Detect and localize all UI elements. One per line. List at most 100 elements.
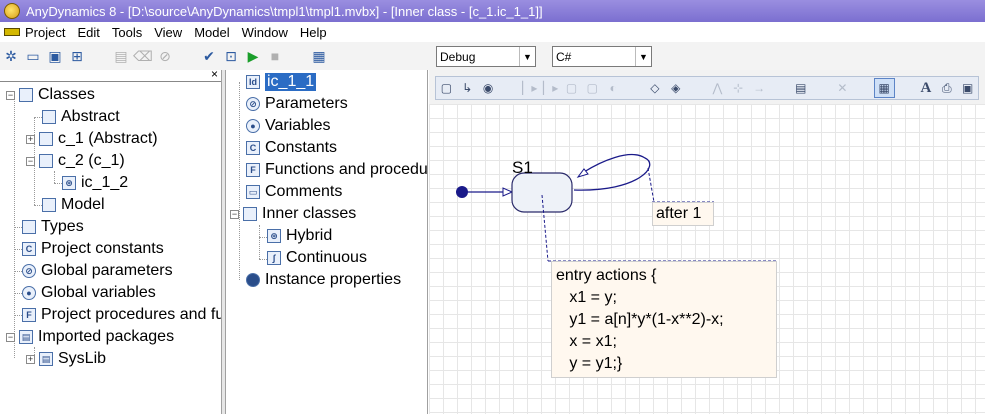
constant-icon: C — [246, 141, 260, 155]
tree-item-variables[interactable]: ● Variables — [246, 115, 331, 137]
paste-icon[interactable]: ▤ — [110, 45, 132, 67]
language-select[interactable]: C# ▼ — [552, 46, 652, 67]
collapse-icon[interactable]: − — [6, 90, 15, 100]
tree-item-ic-1-1[interactable]: Id ic_1_1 — [246, 71, 317, 93]
constant-icon: C — [22, 242, 36, 256]
delete-icon[interactable]: ✕ — [832, 78, 853, 98]
state-s1-name: S1 — [512, 158, 533, 177]
menu-help[interactable]: Help — [294, 25, 333, 40]
tree-item-comments[interactable]: ▭ Comments — [246, 181, 342, 203]
transition-label[interactable]: after 1 — [652, 202, 714, 226]
chevron-down-icon[interactable]: ▼ — [635, 47, 651, 66]
menu-window[interactable]: Window — [236, 25, 294, 40]
tree-item-global-variables[interactable]: ● Global variables — [22, 282, 156, 304]
window-title: AnyDynamics 8 - [D:\source\AnyDynamics\t… — [26, 3, 543, 19]
tree-item-constants[interactable]: C Constants — [246, 137, 337, 159]
menu-edit[interactable]: Edit — [71, 25, 105, 40]
menu-tools[interactable]: Tools — [106, 25, 148, 40]
menu-view[interactable]: View — [148, 25, 188, 40]
tree-item-types[interactable]: Types — [22, 216, 84, 238]
junction-icon[interactable]: ◈ — [665, 78, 686, 98]
tree-item-c2[interactable]: − c_2 (c_1) — [26, 150, 125, 172]
new-project-icon[interactable]: ✲ — [0, 45, 22, 67]
build-icon[interactable]: ⊡ — [220, 45, 242, 67]
tree-item-hybrid[interactable]: ⊛ Hybrid — [267, 225, 332, 247]
class-icon — [42, 110, 56, 124]
history-icon[interactable]: ▢ — [582, 78, 603, 98]
link-icon[interactable]: ⋀ — [707, 78, 728, 98]
tree-item-project-procedures[interactable]: F Project procedures and functions — [22, 304, 221, 326]
tree-item-imported-packages[interactable]: − ▤ Imported packages — [6, 326, 174, 348]
final-state-icon[interactable]: ◐ — [603, 78, 624, 98]
transition-tool-icon[interactable]: ↳ — [457, 78, 478, 98]
tree-item-classes[interactable]: − Classes — [6, 84, 95, 106]
collapse-icon[interactable]: − — [26, 156, 35, 166]
close-icon[interactable]: × — [211, 70, 218, 81]
connector-icon[interactable]: ⊹ — [728, 78, 749, 98]
open-icon[interactable]: ▭ — [22, 45, 44, 67]
parameter-icon: ⊘ — [22, 264, 36, 278]
tree-item-continuous[interactable]: ∫ Continuous — [267, 247, 367, 269]
tree-item-project-constants[interactable]: C Project constants — [22, 238, 164, 260]
tree-item-inner-classes[interactable]: − Inner classes — [230, 203, 356, 225]
spacer-1 — [88, 45, 110, 67]
tree-item-functions[interactable]: F Functions and procedures — [246, 159, 427, 181]
panel-header: × — [0, 70, 221, 82]
image-export-icon[interactable]: ▣ — [957, 78, 978, 98]
state-tool-icon[interactable]: ▢ — [436, 78, 457, 98]
entry-actions-note[interactable]: entry actions { x1 = y; y1 = a[n]*y*(1-x… — [551, 261, 777, 378]
print-icon[interactable]: ⎙ — [936, 78, 957, 98]
structure-icon[interactable]: ⊞ — [66, 45, 88, 67]
chevron-down-icon[interactable]: ▼ — [519, 47, 535, 66]
spacer-2 — [176, 45, 198, 67]
tree-item-model[interactable]: Model — [42, 194, 105, 216]
function-icon: F — [22, 308, 36, 322]
fork-icon[interactable]: ▏▸ — [540, 78, 561, 98]
stop-icon[interactable]: ■ — [264, 45, 286, 67]
eraser-icon[interactable]: ⌫ — [132, 45, 154, 67]
save-icon[interactable]: ▣ — [44, 45, 66, 67]
initial-state-icon[interactable]: ◉ — [478, 78, 499, 98]
tree-item-abstract[interactable]: Abstract — [42, 106, 120, 128]
build-config-select[interactable]: Debug ▼ — [436, 46, 536, 67]
tree-item-parameters[interactable]: ⊘ Parameters — [246, 93, 348, 115]
title-bar: AnyDynamics 8 - [D:\source\AnyDynamics\t… — [0, 0, 985, 22]
collapse-icon[interactable]: − — [6, 332, 15, 342]
hybrid-icon: ⊛ — [267, 229, 281, 243]
properties-icon — [246, 273, 260, 287]
tree-item-c1[interactable]: + c_1 (Abstract) — [26, 128, 158, 150]
folder-icon — [243, 207, 257, 221]
check-icon[interactable]: ✔ — [198, 45, 220, 67]
tree-item-global-parameters[interactable]: ⊘ Global parameters — [22, 260, 173, 282]
tree-item-syslib[interactable]: + ▤ SysLib — [26, 348, 106, 370]
substate-icon[interactable]: ▢ — [561, 78, 582, 98]
folder-icon — [22, 220, 36, 234]
choice-icon[interactable]: ◇ — [644, 78, 665, 98]
calculator-icon[interactable]: ▦ — [308, 45, 330, 67]
menu-bar: Project Edit Tools View Model Window Hel… — [0, 22, 985, 42]
run-icon[interactable]: ▶ — [242, 45, 264, 67]
arrow-icon[interactable]: → — [749, 78, 770, 98]
tree-item-instance-properties[interactable]: Instance properties — [246, 269, 401, 291]
expand-icon[interactable]: + — [26, 354, 35, 364]
class-icon — [39, 154, 53, 168]
variable-icon: ● — [246, 119, 260, 133]
folder-icon — [19, 88, 33, 102]
collapse-icon[interactable]: − — [230, 209, 239, 219]
note-icon[interactable]: ▤ — [790, 78, 811, 98]
menu-model[interactable]: Model — [188, 25, 235, 40]
grid-toggle-icon[interactable]: ▦ — [873, 78, 895, 98]
menu-project[interactable]: Project — [0, 25, 71, 40]
expand-icon[interactable]: + — [26, 134, 35, 144]
stop-sign-icon[interactable]: ⊘ — [154, 45, 176, 67]
tree-item-ic-1-2[interactable]: ⊛ ic_1_2 — [62, 172, 128, 194]
font-icon[interactable]: A — [916, 78, 937, 98]
continuous-icon: ∫ — [267, 251, 281, 265]
sync-bar-icon[interactable]: ▏▸ — [519, 78, 540, 98]
